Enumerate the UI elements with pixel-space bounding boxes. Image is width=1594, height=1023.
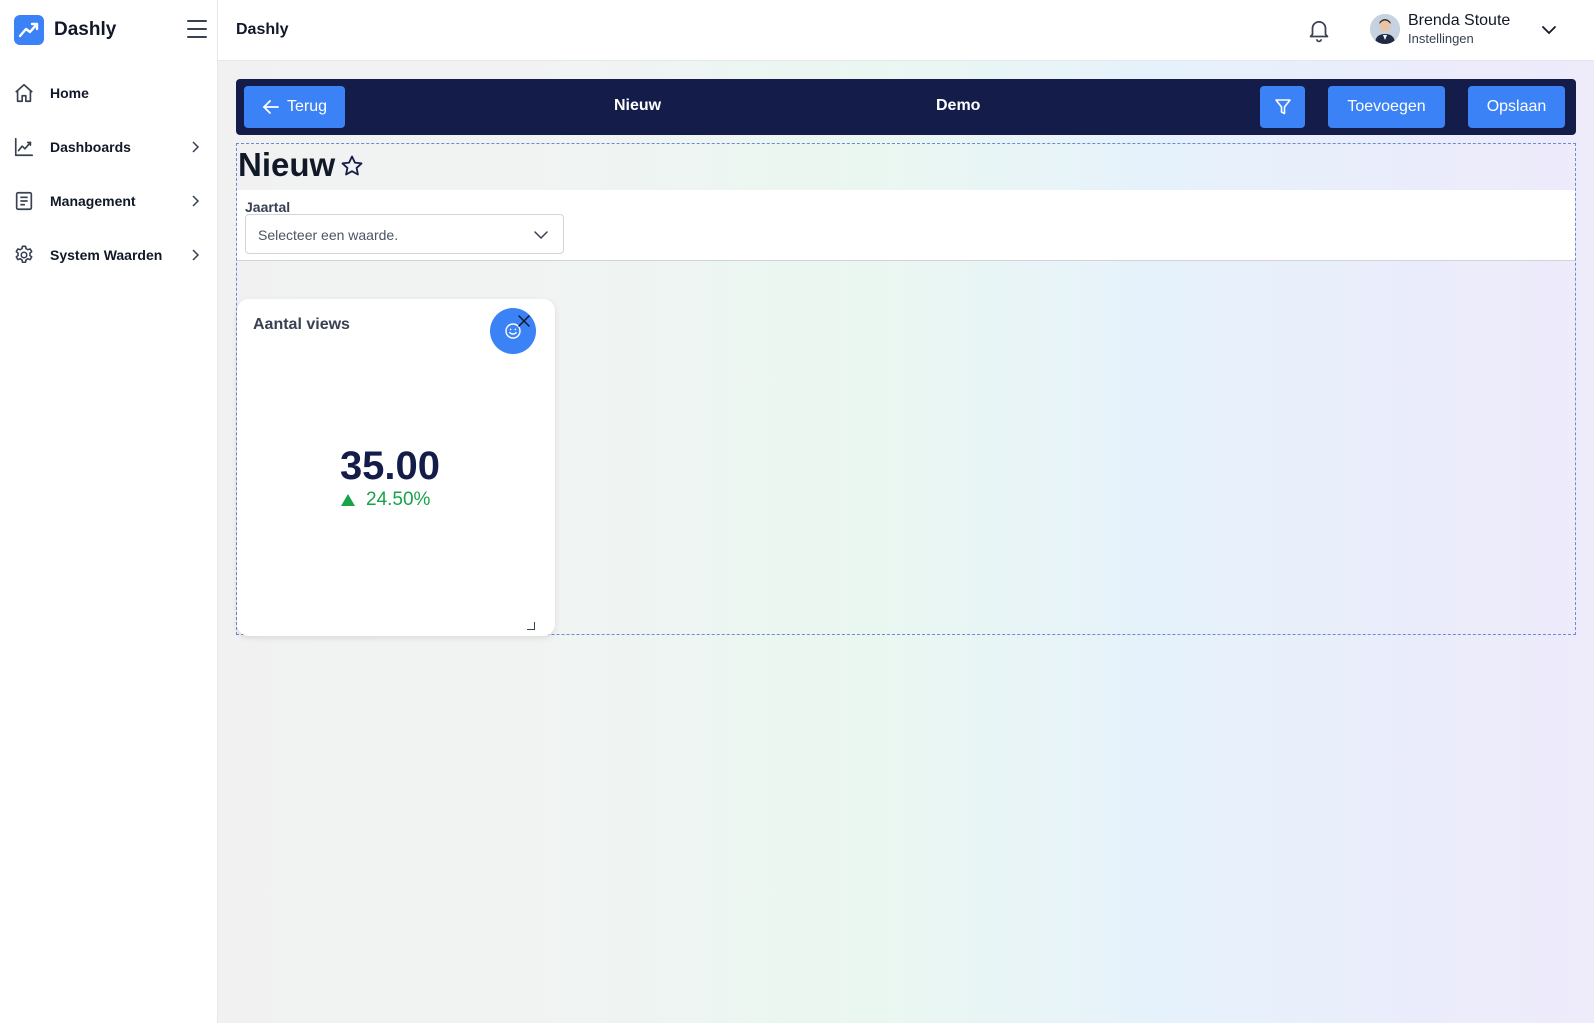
sidebar: Dashly Home Dashboards Management System… (0, 0, 218, 1023)
sidebar-item-label: Home (50, 85, 89, 101)
kpi-widget[interactable]: Aantal views 35.00 24.50% (237, 299, 555, 636)
menu-toggle-icon[interactable] (187, 20, 207, 38)
sidebar-item-label: Management (50, 193, 136, 209)
kpi-change: 24.50% (340, 489, 430, 511)
dashly-logo-icon (14, 15, 44, 45)
year-select[interactable]: Selecteer een waarde. (245, 214, 564, 254)
back-button[interactable]: Terug (244, 86, 345, 128)
sidebar-item-management[interactable]: Management (0, 174, 217, 228)
filter-label: Jaartal (245, 199, 291, 215)
avatar[interactable] (1370, 14, 1400, 44)
brand[interactable]: Dashly (0, 0, 217, 60)
brand-name: Dashly (54, 19, 117, 40)
star-icon[interactable] (340, 154, 364, 178)
dashboard-canvas: Nieuw Jaartal Selecteer een waarde. Aant… (236, 143, 1576, 636)
project-name: Demo (936, 97, 981, 114)
topbar: Dashly Brenda Stoute Instellingen (218, 0, 1594, 61)
user-name: Brenda Stoute (1408, 12, 1511, 29)
filter-icon (1274, 99, 1291, 115)
back-button-label: Terug (286, 98, 328, 115)
kpi-change-value: 24.50% (366, 489, 431, 510)
add-button[interactable]: Toevoegen (1328, 86, 1445, 128)
save-button[interactable]: Opslaan (1468, 86, 1565, 128)
home-icon (12, 81, 36, 105)
filter-panel: Jaartal Selecteer een waarde. (237, 190, 1575, 261)
dashboard-toolbar: Terug Nieuw Demo Toevoegen Opslaan (236, 79, 1576, 135)
page-title-text: Nieuw (238, 146, 336, 183)
chevron-down-icon (534, 231, 548, 240)
bell-icon[interactable] (1306, 17, 1332, 43)
line-chart-icon (12, 135, 36, 159)
chevron-right-icon (192, 249, 200, 261)
chevron-down-icon[interactable] (1540, 21, 1558, 39)
topbar-title: Dashly (236, 21, 289, 38)
kpi-value: 35.00 (339, 444, 441, 488)
resize-handle-icon[interactable] (527, 622, 535, 630)
select-placeholder: Selecteer een waarde. (258, 227, 399, 243)
arrow-left-icon (263, 100, 279, 114)
sidebar-item-label: System Waarden (50, 247, 163, 263)
triangle-up-icon (341, 494, 355, 506)
sidebar-nav: Home Dashboards Management System Waarde… (0, 66, 217, 282)
close-icon[interactable] (516, 313, 532, 329)
page-title: Nieuw (238, 146, 364, 184)
sidebar-item-system-waarden[interactable]: System Waarden (0, 228, 217, 282)
sidebar-item-dashboards[interactable]: Dashboards (0, 120, 217, 174)
sidebar-item-label: Dashboards (50, 139, 131, 155)
dashboard-name: Nieuw (614, 97, 662, 114)
document-icon (12, 189, 36, 213)
user-settings-link[interactable]: Instellingen (1408, 31, 1474, 46)
chevron-right-icon (192, 141, 200, 153)
chevron-right-icon (192, 195, 200, 207)
main-area: Terug Nieuw Demo Toevoegen Opslaan Nieuw… (218, 61, 1594, 1023)
filter-button[interactable] (1260, 86, 1305, 128)
widget-title: Aantal views (253, 316, 350, 333)
gear-icon (12, 243, 36, 267)
sidebar-item-home[interactable]: Home (0, 66, 217, 120)
